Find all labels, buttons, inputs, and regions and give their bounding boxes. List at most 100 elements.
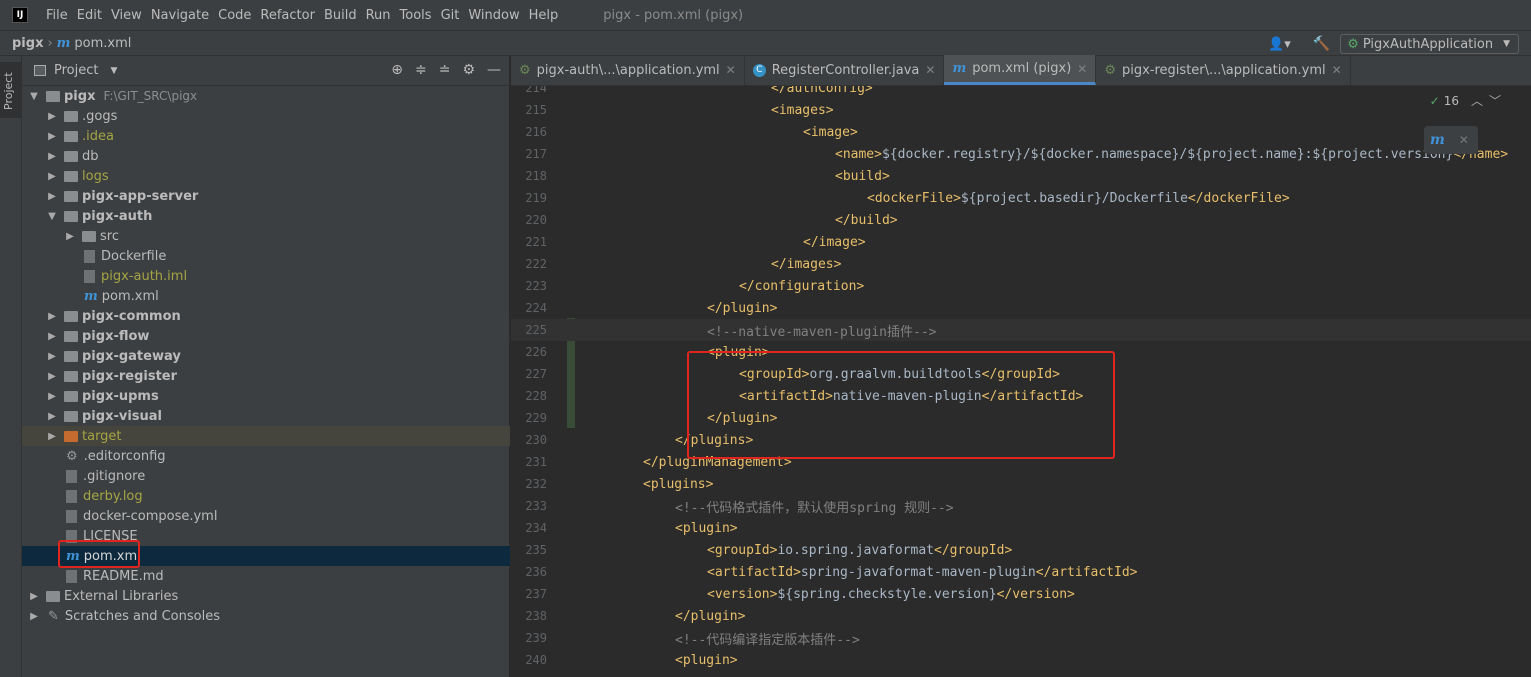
chevron-right-icon[interactable]: ▶ xyxy=(46,111,58,122)
collapse-all-icon[interactable]: ≐ xyxy=(439,62,451,78)
tree-row[interactable]: ▶ pigx-common xyxy=(22,306,510,326)
menu-item[interactable]: Git xyxy=(437,8,464,23)
breadcrumb-file[interactable]: pom.xml xyxy=(74,36,131,51)
chevron-right-icon[interactable]: ▶ xyxy=(46,411,58,422)
xml-tag: <images> xyxy=(771,102,834,118)
tree-row[interactable]: ▶ db xyxy=(22,146,510,166)
tree-row[interactable]: Dockerfile xyxy=(22,246,510,266)
close-icon[interactable]: ✕ xyxy=(1459,133,1469,147)
menu-item[interactable]: Build xyxy=(320,8,361,23)
chevron-right-icon[interactable]: ▶ xyxy=(46,351,58,362)
tree-item-label: src xyxy=(100,228,119,244)
code-text: </plugin> xyxy=(643,609,745,624)
expand-all-icon[interactable]: ≑ xyxy=(415,62,427,78)
menu-item[interactable]: File xyxy=(42,8,72,23)
tree-row[interactable]: ▶ pigx-gateway xyxy=(22,346,510,366)
tree-row[interactable]: derby.log xyxy=(22,486,510,506)
folder-icon xyxy=(64,370,78,382)
folder-icon xyxy=(64,130,78,142)
tree-row[interactable]: ▶ External Libraries xyxy=(22,586,510,606)
next-highlight-icon[interactable]: ﹀ xyxy=(1489,92,1501,109)
user-icon[interactable]: 👤▾ xyxy=(1268,37,1291,52)
close-icon[interactable]: ✕ xyxy=(1332,63,1342,77)
tree-row[interactable]: ▶ pigx-upms xyxy=(22,386,510,406)
chevron-down-icon[interactable]: ▼ xyxy=(28,91,40,102)
menu-item[interactable]: Run xyxy=(362,8,395,23)
locate-icon[interactable]: ⊕ xyxy=(391,62,403,78)
code-area[interactable]: 214 </authConfig> 215 <images> 216 <image> 217… xyxy=(511,86,1531,677)
chevron-right-icon[interactable]: ▶ xyxy=(46,331,58,342)
inspection-widget[interactable]: ✓ 16 ︿ ﹀ xyxy=(1430,92,1501,109)
tree-row[interactable]: ▼ pigx F:\GIT_SRC\pigx xyxy=(22,86,510,106)
tree-row[interactable]: ▼ pigx-auth xyxy=(22,206,510,226)
chevron-right-icon[interactable]: ▶ xyxy=(46,431,58,442)
menu-item[interactable]: Edit xyxy=(73,8,106,23)
intellij-logo-icon: IJ xyxy=(12,7,28,23)
menu-bar: IJ File Edit View Navigate Code Refactor Build… xyxy=(0,0,1531,30)
menu-item[interactable]: View xyxy=(107,8,146,23)
chevron-right-icon[interactable]: ▶ xyxy=(28,611,40,622)
tree-row[interactable]: ▶ ✎ Scratches and Consoles xyxy=(22,606,510,626)
chevron-right-icon[interactable]: ▶ xyxy=(46,191,58,202)
tree-row[interactable]: ▶ pigx-register xyxy=(22,366,510,386)
tree-row[interactable]: ▶ pigx-visual xyxy=(22,406,510,426)
file-icon xyxy=(66,489,77,503)
menu-item[interactable]: Code xyxy=(214,8,255,23)
tree-row[interactable]: ▶ pigx-app-server xyxy=(22,186,510,206)
editor-tab[interactable]: ⚙ pigx-register\...\application.yml ✕ xyxy=(1096,55,1351,85)
gear-icon[interactable]: ⚙ xyxy=(462,62,475,78)
tree-row[interactable]: ⚙ .editorconfig xyxy=(22,446,510,466)
tree-row[interactable]: docker-compose.yml xyxy=(22,506,510,526)
chevron-right-icon[interactable]: ▶ xyxy=(46,311,58,322)
hide-icon[interactable]: — xyxy=(487,62,501,78)
tree-item-label: logs xyxy=(82,168,109,184)
chevron-down-icon[interactable]: ▼ xyxy=(46,211,58,222)
breadcrumb-project[interactable]: pigx xyxy=(12,36,43,51)
chevron-right-icon[interactable]: ▶ xyxy=(28,591,40,602)
close-icon[interactable]: ✕ xyxy=(925,63,935,77)
menu-items: File Edit View Navigate Code Refactor Build Run… xyxy=(42,8,563,23)
tree-row[interactable]: ▶ logs xyxy=(22,166,510,186)
chevron-right-icon[interactable]: ▶ xyxy=(46,391,58,402)
panel-title[interactable]: Project xyxy=(54,63,98,78)
menu-item[interactable]: Refactor xyxy=(256,8,319,23)
close-icon[interactable]: ✕ xyxy=(726,63,736,77)
line-number: 224 xyxy=(525,301,547,315)
tree-row[interactable]: ▶ src xyxy=(22,226,510,246)
editor-tab[interactable]: ⚙ pigx-auth\...\application.yml ✕ xyxy=(511,55,745,85)
maven-reload-popup[interactable]: m ✕ xyxy=(1424,126,1478,154)
run-config-label: PigxAuthApplication xyxy=(1362,36,1494,52)
tree-item-label: pigx-gateway xyxy=(82,348,181,364)
tree-row[interactable]: pigx-auth.iml xyxy=(22,266,510,286)
run-config-dropdown[interactable]: ⚙ PigxAuthApplication ▼ xyxy=(1340,34,1519,54)
menu-item[interactable]: Navigate xyxy=(147,8,213,23)
chevron-right-icon[interactable]: ▶ xyxy=(46,131,58,142)
menu-item[interactable]: Help xyxy=(525,8,563,23)
tree-row[interactable]: ▶ target xyxy=(22,426,510,446)
tree-row[interactable]: ▶ pigx-flow xyxy=(22,326,510,346)
previous-highlight-icon[interactable]: ︿ xyxy=(1471,92,1483,109)
tree-row[interactable]: m pom.xml xyxy=(22,286,510,306)
chevron-right-icon[interactable]: ▶ xyxy=(46,151,58,162)
xml-tag: </image> xyxy=(803,234,866,250)
menu-item[interactable]: Tools xyxy=(396,8,436,23)
tree-row[interactable]: ▶ .gogs xyxy=(22,106,510,126)
chevron-right-icon[interactable]: ▶ xyxy=(46,171,58,182)
xml-comment: <!--native-maven-plugin插件--> xyxy=(707,324,937,340)
chevron-down-icon[interactable]: ▼ xyxy=(110,66,117,76)
tree-row[interactable]: ▶ .idea xyxy=(22,126,510,146)
chevron-right-icon[interactable]: ▶ xyxy=(46,371,58,382)
editor-tab[interactable]: C RegisterController.java ✕ xyxy=(745,55,945,85)
build-hammer-icon[interactable]: 🔨 xyxy=(1313,36,1330,52)
editor-tab[interactable]: m pom.xml (pigx) ✕ xyxy=(944,55,1097,85)
maven-reload-icon[interactable]: m xyxy=(1430,132,1445,148)
tree-row[interactable]: .gitignore xyxy=(22,466,510,486)
chevron-right-icon[interactable]: ▶ xyxy=(64,231,76,242)
tree-item-label: pigx-flow xyxy=(82,328,150,344)
tree-row[interactable]: README.md xyxy=(22,566,510,586)
maven-icon: m xyxy=(56,35,71,51)
close-icon[interactable]: ✕ xyxy=(1077,62,1087,76)
menu-item[interactable]: Window xyxy=(464,8,523,23)
project-tool-window-tab[interactable]: Project xyxy=(0,62,22,118)
xml-tag: </plugin> xyxy=(675,608,746,624)
